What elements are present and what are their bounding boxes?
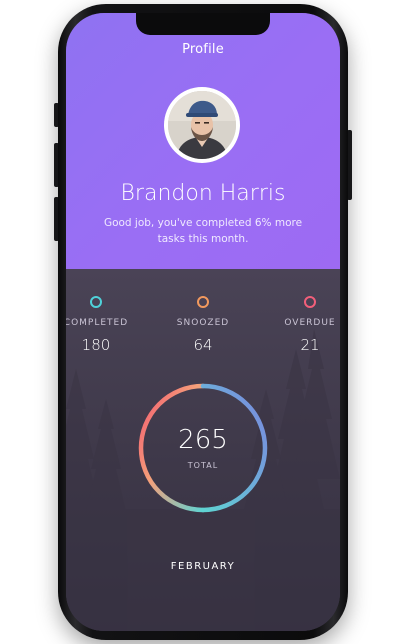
stat-completed[interactable]: COMPLETED 180 [66,296,142,354]
total-label: TOTAL [187,461,219,470]
user-name: Brandon Harris [120,181,286,206]
page-title: Profile [182,42,224,57]
completed-indicator-icon [90,296,102,308]
stats-panel: COMPLETED 180 SNOOZED 64 OVERDUE 21 265 … [66,269,340,631]
stat-label: SNOOZED [176,318,230,328]
month-selector[interactable]: FEBRUARY [66,561,340,572]
total-value: 265 [178,425,228,455]
stat-label: COMPLETED [66,318,129,328]
overdue-indicator-icon [304,296,316,308]
phone-screen: Profile Brandon Harris Good job, you've … [66,13,340,631]
stat-overdue[interactable]: OVERDUE 21 [264,296,340,354]
progress-message: Good job, you've completed 6% more tasks… [103,217,303,245]
avatar-photo [168,91,236,159]
stat-value: 180 [81,336,111,354]
avatar[interactable] [164,87,240,163]
stat-value: 64 [193,336,213,354]
snoozed-indicator-icon [197,296,209,308]
stat-value: 21 [300,336,320,354]
phone-notch [136,13,270,35]
stat-snoozed[interactable]: SNOOZED 64 [157,296,249,354]
profile-header: Profile Brandon Harris Good job, you've … [66,13,340,269]
stat-label: OVERDUE [284,318,336,328]
